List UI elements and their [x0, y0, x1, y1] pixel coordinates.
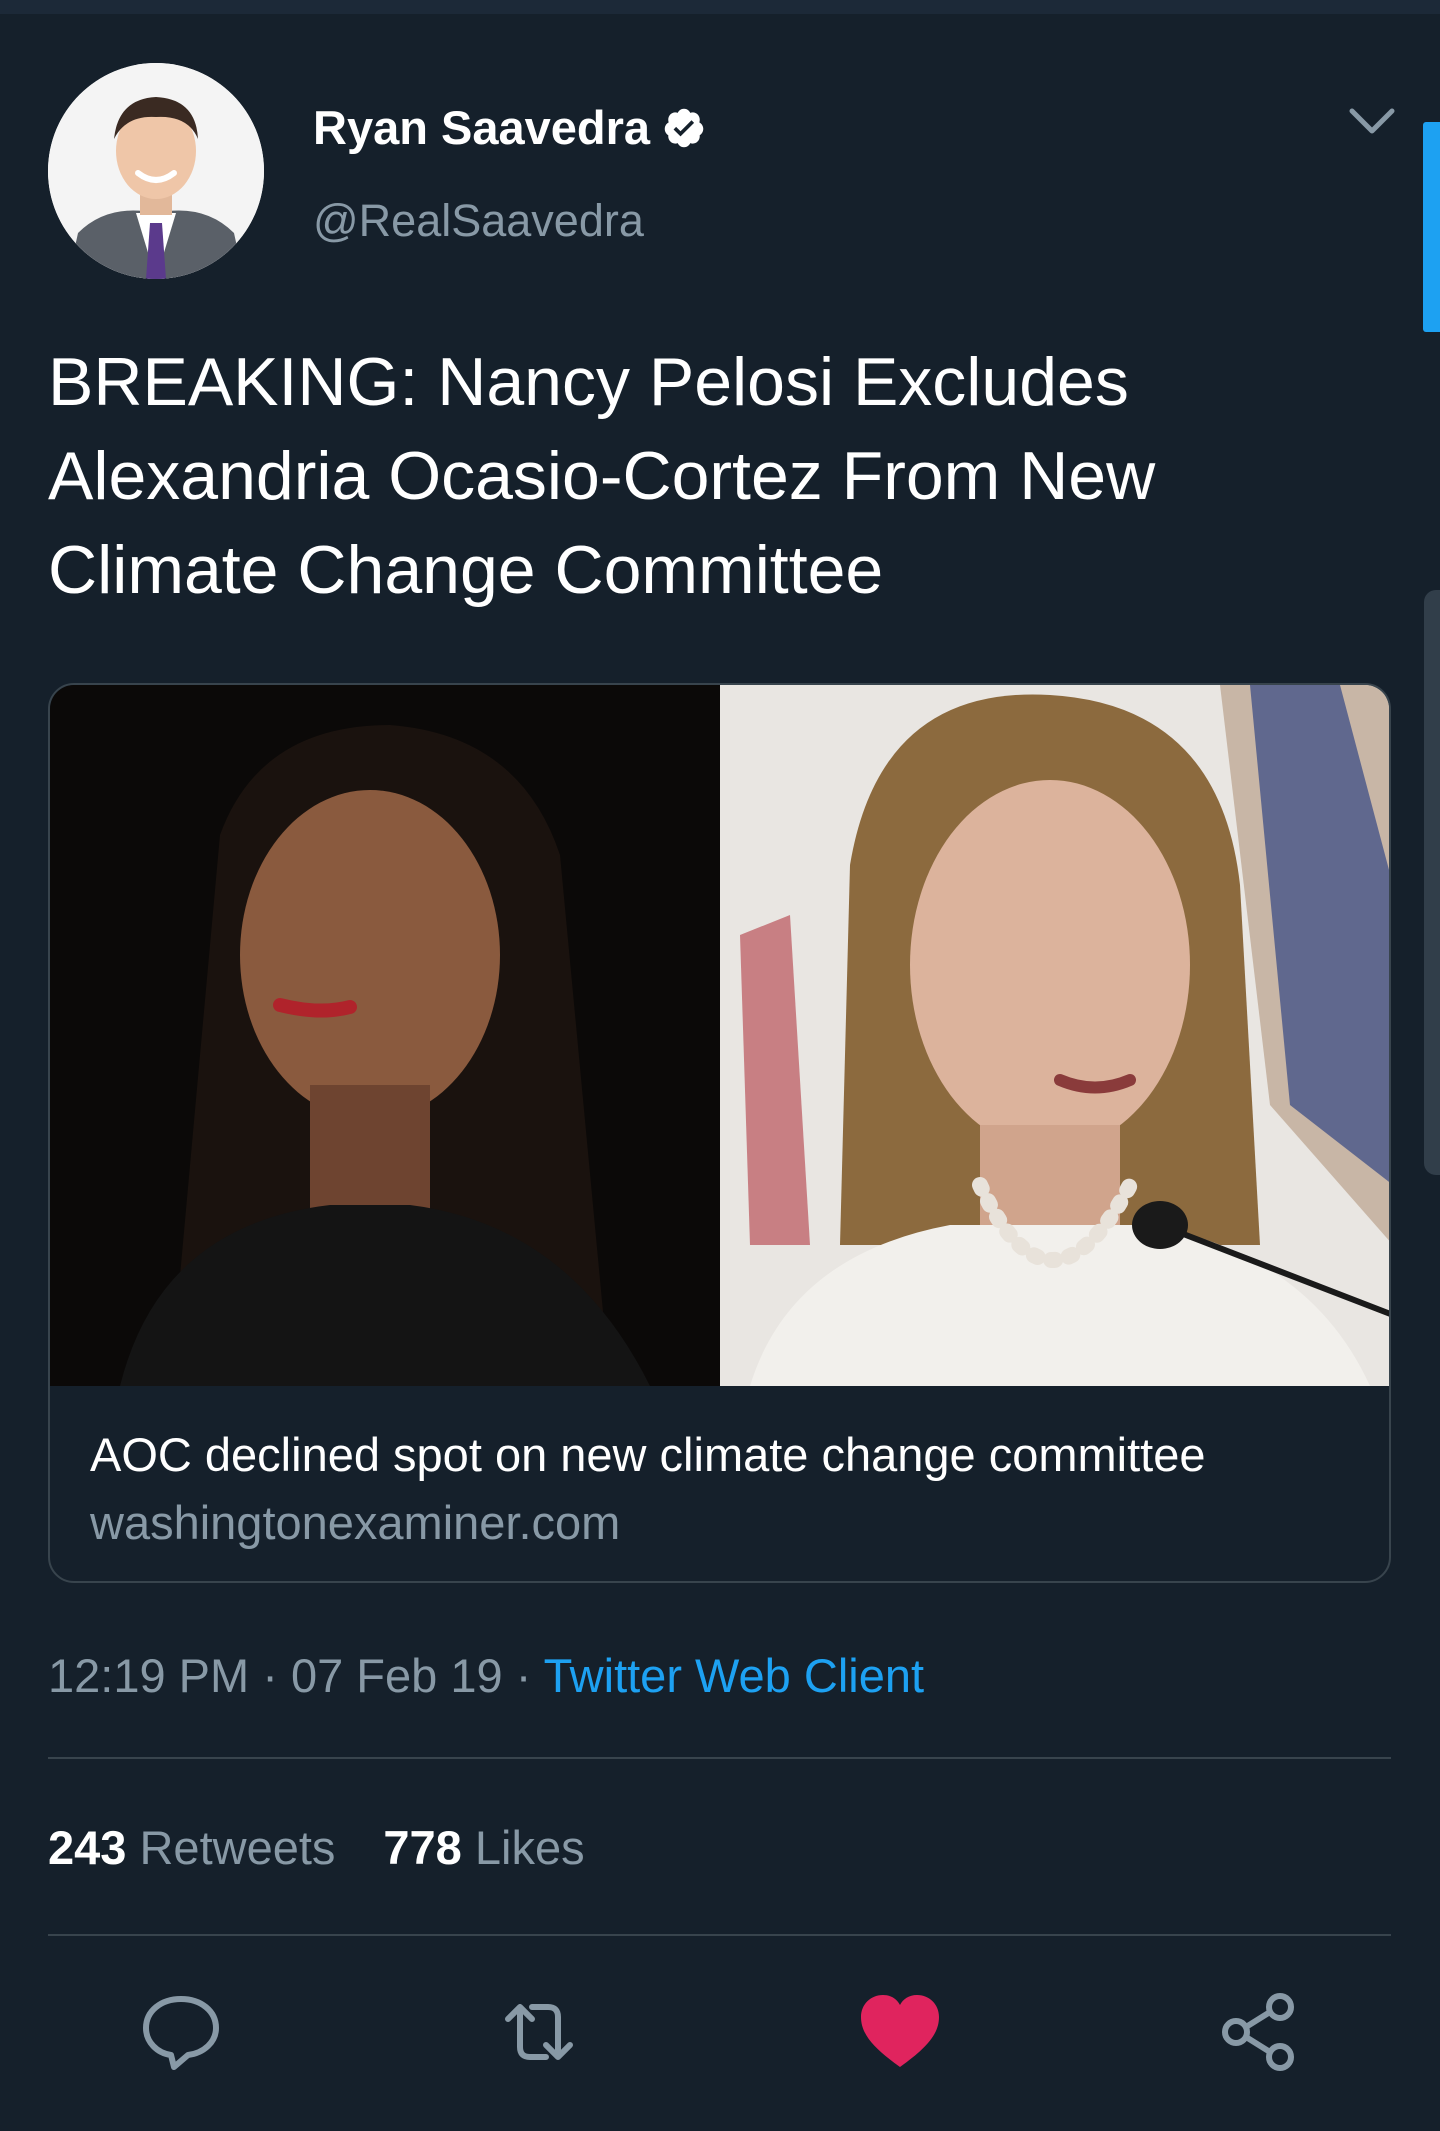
share-button[interactable]	[1214, 1987, 1304, 2077]
display-name[interactable]: Ryan Saavedra	[313, 98, 706, 158]
avatar[interactable]	[48, 63, 264, 279]
author-name[interactable]: Ryan Saavedra	[313, 98, 650, 158]
retweet-button[interactable]	[494, 1987, 584, 2077]
status-bar	[0, 0, 1440, 14]
meta-separator: ·	[502, 1649, 544, 1702]
chevron-down-icon[interactable]	[1346, 103, 1398, 139]
author-handle[interactable]: @RealSaavedra	[313, 191, 644, 251]
verified-badge-icon	[664, 108, 704, 148]
divider	[48, 1934, 1391, 1936]
scrollbar-thumb[interactable]	[1423, 122, 1440, 332]
card-image[interactable]	[50, 685, 1389, 1386]
tweet-time: 12:19 PM	[48, 1649, 250, 1702]
meta-separator: ·	[249, 1649, 291, 1702]
likes-label: Likes	[474, 1821, 585, 1874]
share-icon	[1222, 1993, 1294, 2071]
reply-button[interactable]	[136, 1987, 226, 2077]
tweet-stats: 243 Retweets 778 Likes	[48, 1818, 633, 1878]
reply-icon	[143, 1996, 219, 2070]
tweet-date: 07 Feb 19	[290, 1649, 503, 1702]
tweet-client-link[interactable]: Twitter Web Client	[544, 1649, 924, 1702]
retweets-label: Retweets	[139, 1821, 336, 1874]
link-card[interactable]: AOC declined spot on new climate change …	[48, 683, 1391, 1583]
retweet-icon	[505, 2004, 573, 2060]
retweets-stat[interactable]: 243 Retweets	[48, 1821, 335, 1874]
card-domain: washingtonexaminer.com	[90, 1496, 621, 1549]
scrollbar-track[interactable]	[1424, 590, 1440, 1175]
tweet-meta: 12:19 PM · 07 Feb 19 · Twitter Web Clien…	[48, 1646, 924, 1706]
retweets-count: 243	[48, 1821, 127, 1874]
like-button[interactable]	[855, 1987, 945, 2077]
tweet-text: BREAKING: Nancy Pelosi Excludes Alexandr…	[48, 344, 1156, 608]
divider	[48, 1757, 1391, 1759]
likes-count: 778	[383, 1821, 462, 1874]
likes-stat[interactable]: 778 Likes	[383, 1821, 584, 1874]
heart-icon	[861, 1995, 939, 2067]
card-title[interactable]: AOC declined spot on new climate change …	[90, 1425, 1206, 1485]
